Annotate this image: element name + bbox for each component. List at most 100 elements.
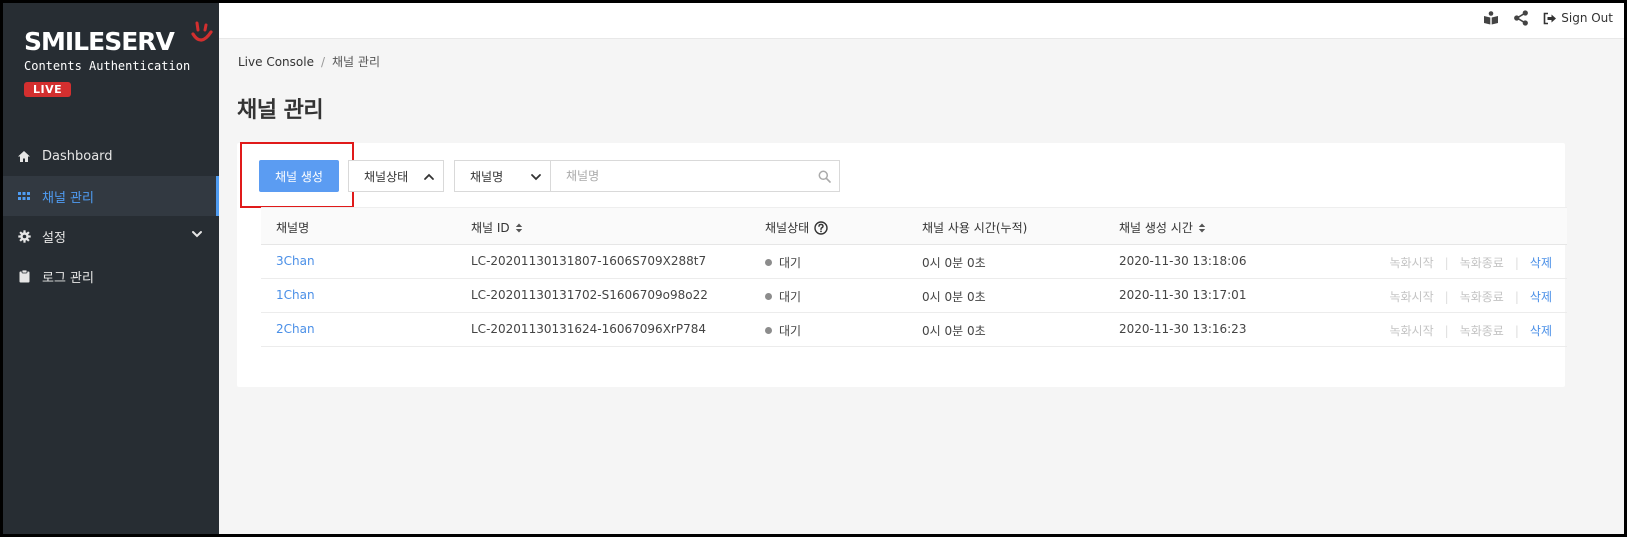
record-stop-button[interactable]: 녹화종료 (1460, 288, 1504, 305)
column-header-status: 채널상태 (765, 219, 828, 236)
sidebar: SMILESERV Contents Authentication LIVE D… (3, 3, 219, 534)
sort-icon[interactable] (1198, 223, 1206, 233)
channel-id: LC-20201130131702-S1606709o98o22 (471, 288, 708, 302)
divider: | (1514, 255, 1519, 270)
logo-wordmark: SMILESERV (24, 21, 213, 56)
brand-logo[interactable]: SMILESERV Contents Authentication LIVE (24, 21, 213, 97)
sidebar-item-label: 로그 관리 (42, 270, 94, 286)
sidebar-item-settings[interactable]: 설정 (3, 216, 219, 256)
channel-status-dropdown-label: 채널상태 (364, 169, 409, 184)
sidebar-item-label: Dashboard (42, 148, 113, 164)
breadcrumb-separator: / (320, 55, 326, 69)
sign-out-icon (1543, 12, 1557, 24)
table-row: 2Chan LC-20201130131624-16067096XrP784 대… (261, 313, 1567, 347)
smile-icon (191, 21, 213, 42)
channel-id: LC-20201130131624-16067096XrP784 (471, 322, 706, 336)
sign-out-button[interactable]: Sign Out (1543, 11, 1613, 25)
search-field-dropdown-label: 채널명 (470, 169, 504, 184)
column-header-label: 채널 생성 시간 (1119, 221, 1193, 235)
delete-button[interactable]: 삭제 (1530, 288, 1552, 305)
table-header: 채널명 채널 ID 채널상태 채널 사용 시간(누적) 채널 생성 시간 (261, 207, 1567, 245)
record-start-button[interactable]: 녹화시작 (1389, 322, 1433, 339)
status-dot (765, 327, 772, 334)
column-header-id[interactable]: 채널 ID (471, 219, 523, 236)
channel-status: 대기 (765, 322, 801, 339)
status-label: 대기 (779, 290, 802, 304)
column-header-usage-time: 채널 사용 시간(누적) (922, 219, 1027, 236)
table-row: 1Chan LC-20201130131702-S1606709o98o22 대… (261, 279, 1567, 313)
usage-time: 0시 0분 0초 (922, 256, 986, 270)
search-input[interactable] (551, 161, 801, 191)
record-stop-button[interactable]: 녹화종료 (1460, 322, 1504, 339)
breadcrumb-root[interactable]: Live Console (238, 55, 314, 69)
channel-name-link[interactable]: 2Chan (276, 322, 315, 336)
search-box (550, 160, 840, 192)
status-label: 대기 (779, 256, 802, 270)
channel-table: 채널명 채널 ID 채널상태 채널 사용 시간(누적) 채널 생성 시간 3Ch… (261, 207, 1567, 347)
channel-status: 대기 (765, 288, 801, 305)
column-header-name: 채널명 (276, 219, 309, 236)
row-actions: 녹화시작 | 녹화종료 | 삭제 (1389, 288, 1552, 305)
sidebar-nav: Dashboard 채널 관리 설정 로그 관리 (3, 136, 219, 296)
column-header-label: 채널상태 (765, 221, 810, 235)
column-header-created-time[interactable]: 채널 생성 시간 (1119, 219, 1206, 236)
channel-name-link[interactable]: 3Chan (276, 254, 315, 268)
sidebar-item-dashboard[interactable]: Dashboard (3, 136, 219, 176)
usage-time: 0시 0분 0초 (922, 324, 986, 338)
channel-id: LC-20201130131807-1606S709X288t7 (471, 254, 707, 268)
row-actions: 녹화시작 | 녹화종료 | 삭제 (1389, 322, 1552, 339)
help-icon[interactable] (814, 220, 828, 235)
live-badge: LIVE (24, 82, 72, 97)
share-icon[interactable] (1513, 10, 1529, 26)
divider: | (1514, 323, 1519, 338)
status-label: 대기 (779, 324, 802, 338)
top-bar: Sign Out (219, 3, 1624, 39)
created-time: 2020-11-30 13:16:23 (1119, 322, 1247, 336)
divider: | (1444, 255, 1449, 270)
grid-icon (16, 188, 32, 204)
column-header-label: 채널명 (276, 221, 310, 235)
record-stop-button[interactable]: 녹화종료 (1460, 254, 1504, 271)
breadcrumb-current: 채널 관리 (332, 55, 380, 69)
search-icon[interactable] (818, 170, 831, 183)
brand-subtitle: Contents Authentication (24, 59, 191, 73)
table-row: 3Chan LC-20201130131807-1606S709X288t7 대… (261, 245, 1567, 279)
home-icon (16, 148, 32, 164)
sidebar-item-channel-management[interactable]: 채널 관리 (3, 176, 219, 216)
breadcrumb: Live Console / 채널 관리 (238, 53, 380, 70)
book-icon[interactable] (1483, 11, 1499, 25)
record-start-button[interactable]: 녹화시작 (1389, 288, 1433, 305)
sidebar-item-label: 설정 (42, 230, 66, 246)
status-dot (765, 293, 772, 300)
page-title: 채널 관리 (237, 98, 324, 123)
sidebar-item-label: 채널 관리 (42, 190, 94, 206)
logo-text: SMILESERV (24, 27, 175, 56)
status-dot (765, 259, 772, 266)
record-start-button[interactable]: 녹화시작 (1389, 254, 1433, 271)
chevron-down-icon (192, 231, 202, 238)
gear-icon (16, 228, 32, 244)
column-header-label: 채널 ID (471, 221, 510, 235)
column-header-label: 채널 사용 시간(누적) (922, 221, 1028, 235)
sidebar-item-log-management[interactable]: 로그 관리 (3, 256, 219, 296)
top-actions: Sign Out (1483, 10, 1613, 26)
delete-button[interactable]: 삭제 (1530, 322, 1552, 339)
channel-status-dropdown[interactable]: 채널상태 (348, 160, 444, 192)
channel-status: 대기 (765, 254, 801, 271)
channel-name-link[interactable]: 1Chan (276, 288, 315, 302)
created-time: 2020-11-30 13:18:06 (1119, 254, 1247, 268)
created-time: 2020-11-30 13:17:01 (1119, 288, 1247, 302)
usage-time: 0시 0분 0초 (922, 290, 986, 304)
sign-out-label: Sign Out (1561, 11, 1613, 25)
chevron-down-icon (531, 174, 541, 181)
divider: | (1444, 323, 1449, 338)
search-field-dropdown[interactable]: 채널명 (454, 160, 551, 192)
sort-icon[interactable] (515, 223, 523, 233)
divider: | (1444, 289, 1449, 304)
chevron-up-icon (424, 173, 434, 180)
highlight-annotation (240, 142, 354, 208)
row-actions: 녹화시작 | 녹화종료 | 삭제 (1389, 254, 1552, 271)
clipboard-icon (16, 268, 32, 284)
divider: | (1514, 289, 1519, 304)
delete-button[interactable]: 삭제 (1530, 254, 1552, 271)
